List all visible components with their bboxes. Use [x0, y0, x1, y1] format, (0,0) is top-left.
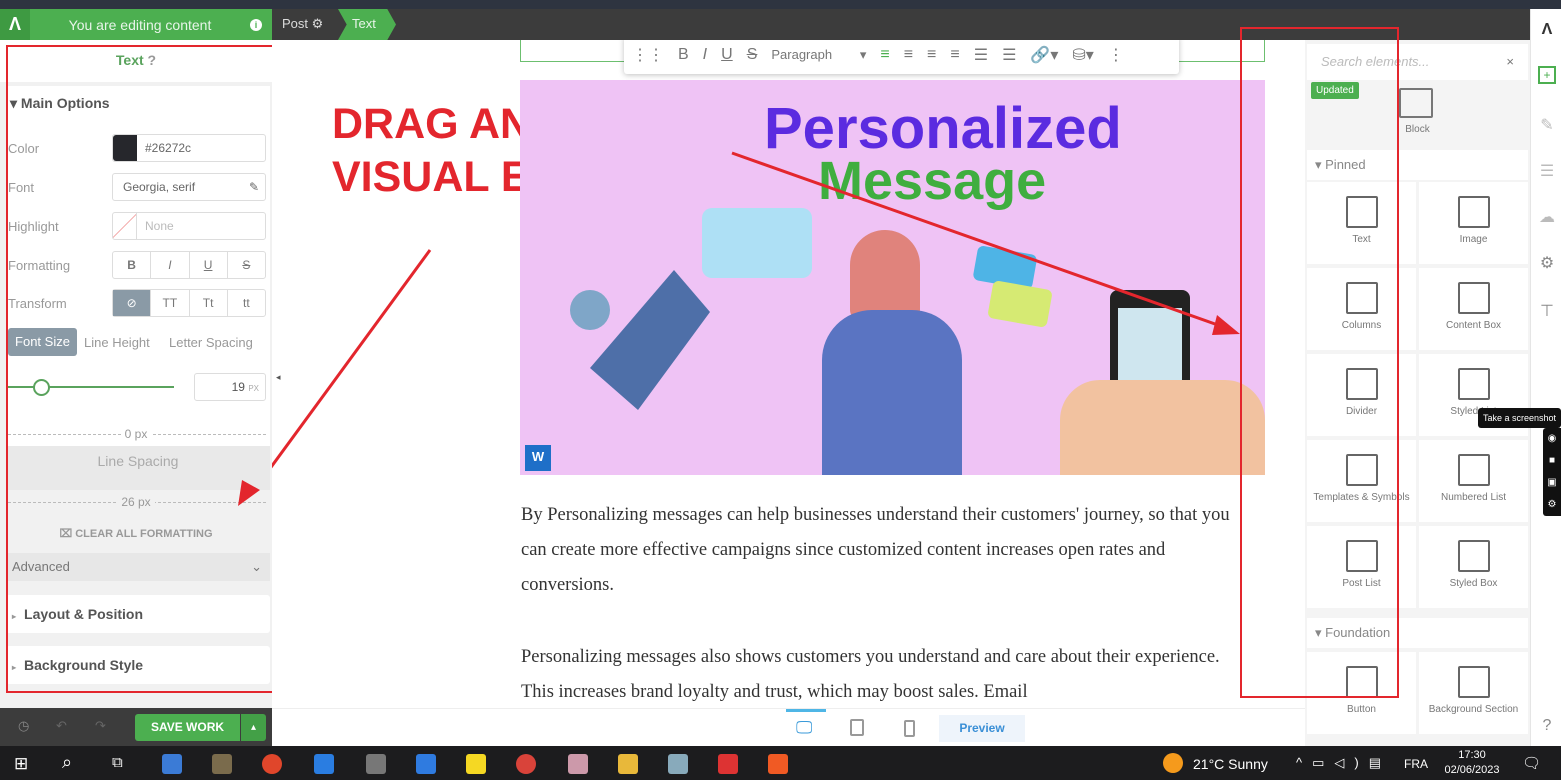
calculator-icon[interactable] — [366, 754, 386, 774]
element-image[interactable]: Image — [1419, 182, 1528, 264]
history-icon[interactable]: ◷ — [18, 718, 29, 734]
background-section-icon — [1457, 666, 1490, 698]
desktop-icon[interactable]: 🖵 — [796, 718, 812, 738]
annotation-arrows — [272, 151, 1240, 469]
brush-icon[interactable]: ✎ — [1538, 115, 1556, 134]
app-logo[interactable]: Λ — [1538, 21, 1556, 39]
windows-start-icon[interactable]: ⊞ — [14, 754, 28, 774]
taskbar-app[interactable] — [516, 754, 536, 774]
window-top-strip — [0, 0, 1561, 9]
calendar-icon[interactable] — [416, 754, 436, 774]
screenshot-tooltip: Take a screenshot — [1478, 408, 1561, 428]
close-icon[interactable]: × — [1506, 54, 1514, 69]
editing-banner: Λ You are editing content i — [0, 9, 272, 40]
taskbar-app[interactable] — [212, 754, 232, 774]
search-icon[interactable]: ⌕ — [62, 752, 72, 773]
taskbar-app[interactable] — [718, 754, 738, 774]
sliders-icon[interactable]: ☰ — [1538, 161, 1556, 180]
element-styled-box[interactable]: Styled Box — [1419, 526, 1528, 608]
notifications-icon[interactable]: 🗨 — [1522, 754, 1541, 772]
app-logo[interactable]: Λ — [0, 9, 30, 40]
right-icon-rail: Λ + ✎ ☰ ☁ ⚙ ⊤ ? — [1530, 9, 1561, 746]
block-icon[interactable] — [1399, 88, 1433, 118]
numbered-list-icon — [1457, 454, 1490, 486]
editing-label: You are editing content — [68, 16, 212, 33]
weather-icon — [1163, 753, 1183, 773]
brave-icon[interactable] — [768, 754, 788, 774]
add-element-icon[interactable]: + — [1538, 66, 1556, 84]
file-explorer-icon[interactable] — [618, 754, 638, 774]
mobile-icon[interactable] — [904, 720, 915, 737]
taskbar-app[interactable] — [668, 754, 688, 774]
taskbar-app[interactable] — [162, 754, 182, 774]
device-preview-bar: 🖵 Preview — [272, 708, 1305, 746]
taskbar-app[interactable] — [314, 754, 334, 774]
paint-roller-icon[interactable]: ⊤ — [1538, 301, 1556, 320]
element-numbered-list[interactable]: Numbered List — [1419, 440, 1528, 522]
breadcrumb-text[interactable]: Text — [338, 9, 396, 40]
clock[interactable]: 17:30 02/06/2023 — [1440, 748, 1504, 778]
image-icon — [1457, 196, 1490, 228]
taskbar-app[interactable] — [262, 754, 282, 774]
annotation-box-left — [6, 45, 291, 693]
styled-box-icon — [1457, 540, 1490, 572]
language-indicator[interactable]: FRA — [1404, 757, 1428, 771]
annotation-box-right — [1240, 27, 1399, 698]
tablet-icon[interactable] — [850, 719, 864, 736]
content-box-icon — [1457, 282, 1490, 314]
cloud-icon[interactable]: ☁ — [1538, 207, 1556, 226]
capture-toolbar[interactable]: ◉ ■ ▣ ⚙ — [1543, 428, 1561, 516]
bottom-left-bar: ◷ ↶ ↷ SAVE WORK ▴ — [0, 708, 272, 746]
save-work-button[interactable]: SAVE WORK — [135, 714, 240, 741]
save-options-button[interactable]: ▴ — [241, 714, 266, 741]
breadcrumb-post[interactable]: Post ⚙ — [282, 9, 323, 40]
task-view-icon[interactable]: ⧉ — [112, 754, 123, 771]
weather-text[interactable]: 21°C Sunny — [1193, 756, 1268, 772]
settings-icon[interactable]: ⚙ — [1538, 253, 1556, 272]
element-background-section[interactable]: Background Section — [1419, 652, 1528, 734]
undo-icon[interactable]: ↶ — [56, 718, 67, 734]
info-icon[interactable]: i — [250, 18, 262, 31]
preview-button[interactable]: Preview — [939, 715, 1025, 742]
windows-taskbar: ⊞ ⌕ ⧉ 21°C Sunny ^▭◁)▤ FRA 17:30 02/06/20… — [0, 746, 1561, 780]
collapse-panel-icon[interactable]: ◂ — [276, 372, 281, 383]
gear-icon: ⚙ — [311, 16, 324, 31]
editor-canvas: ⋮⋮ BIUS Paragraph ▾ ≡ ≡ ≡ ≡ ☰ ☰ 🔗▾ ⛁▾ ⋮ DRAG AND… — [272, 40, 1305, 708]
paint-icon[interactable] — [568, 754, 588, 774]
help-icon[interactable]: ? — [1538, 717, 1556, 735]
tray-icons[interactable]: ^▭◁)▤ — [1296, 755, 1391, 771]
element-content-box[interactable]: Content Box — [1419, 268, 1528, 350]
redo-icon[interactable]: ↷ — [95, 718, 106, 734]
sticky-notes-icon[interactable] — [466, 754, 486, 774]
styled-list-icon — [1457, 368, 1490, 400]
